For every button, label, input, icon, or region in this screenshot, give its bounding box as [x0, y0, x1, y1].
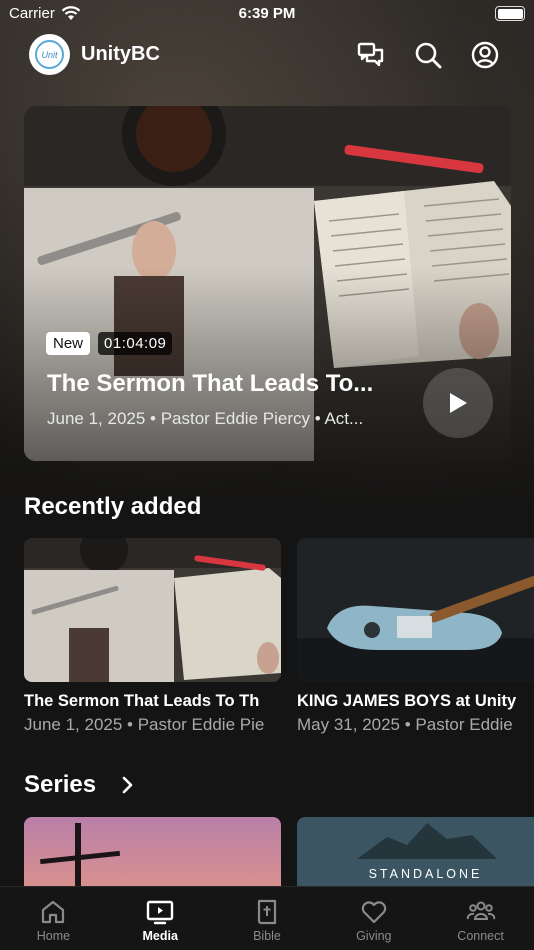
hero-title: The Sermon That Leads To...	[47, 370, 374, 397]
app-header: Unit UnityBC	[0, 34, 534, 76]
tab-media[interactable]: Media	[107, 887, 214, 950]
heart-icon	[361, 901, 386, 924]
tab-giving-label: Giving	[356, 929, 392, 943]
chevron-right-icon[interactable]	[118, 773, 138, 797]
tab-bible-label: Bible	[253, 929, 281, 943]
status-time: 6:39 PM	[238, 5, 296, 22]
hero-meta: June 1, 2025 • Pastor Eddie Piercy • Act…	[47, 409, 364, 428]
hero-sermon-card[interactable]: New 01:04:09 The Sermon That Leads To...…	[24, 106, 511, 461]
battery-icon	[495, 6, 525, 21]
series-heading[interactable]: Series	[24, 771, 96, 799]
tab-giving[interactable]: Giving	[320, 887, 427, 950]
tab-connect[interactable]: Connect	[427, 887, 534, 950]
search-icon[interactable]	[413, 40, 443, 70]
series-card-label: STANDALONE	[368, 867, 483, 881]
series-card[interactable]: STANDALONE	[297, 817, 534, 887]
tv-icon	[146, 900, 174, 925]
recent-thumbnail	[297, 538, 534, 682]
hero-badges: New 01:04:09	[46, 332, 173, 355]
recently-added-heading: Recently added	[24, 493, 202, 520]
tab-home-label: Home	[36, 929, 71, 943]
tab-connect-label: Connect	[457, 929, 504, 943]
tab-home[interactable]: Home	[0, 887, 107, 950]
recent-card-title: KING JAMES BOYS at Unity	[297, 692, 517, 710]
chat-icon[interactable]	[356, 40, 386, 70]
recently-added-list: The Sermon That Leads To Th June 1, 2025…	[24, 538, 534, 748]
play-button[interactable]	[423, 368, 493, 438]
recent-card[interactable]: KING JAMES BOYS at Unity May 31, 2025 • …	[297, 538, 534, 735]
series-thumbnail	[24, 817, 281, 887]
recent-card-meta: May 31, 2025 • Pastor Eddie	[297, 715, 513, 734]
people-icon	[466, 901, 495, 920]
app-title: UnityBC	[81, 43, 160, 65]
recent-card[interactable]: The Sermon That Leads To Th June 1, 2025…	[24, 538, 281, 735]
play-icon	[450, 393, 467, 413]
recent-thumbnail	[24, 538, 281, 682]
tab-bible[interactable]: Bible	[214, 887, 321, 950]
tab-bar: Home Media Bible Giving Connect	[0, 886, 534, 950]
series-card[interactable]	[24, 817, 281, 887]
app-logo[interactable]: Unit	[29, 34, 70, 75]
tab-media-label: Media	[142, 929, 178, 943]
bible-icon	[257, 899, 277, 925]
status-bar: Carrier 6:39 PM	[0, 0, 534, 30]
duration-badge: 01:04:09	[98, 332, 173, 355]
profile-icon[interactable]	[470, 40, 500, 70]
new-badge: New	[46, 332, 91, 355]
logo-text: Unit	[35, 40, 64, 69]
recent-card-title: The Sermon That Leads To Th	[24, 692, 260, 710]
recent-card-meta: June 1, 2025 • Pastor Eddie Pie	[24, 715, 265, 734]
home-icon	[42, 900, 65, 924]
